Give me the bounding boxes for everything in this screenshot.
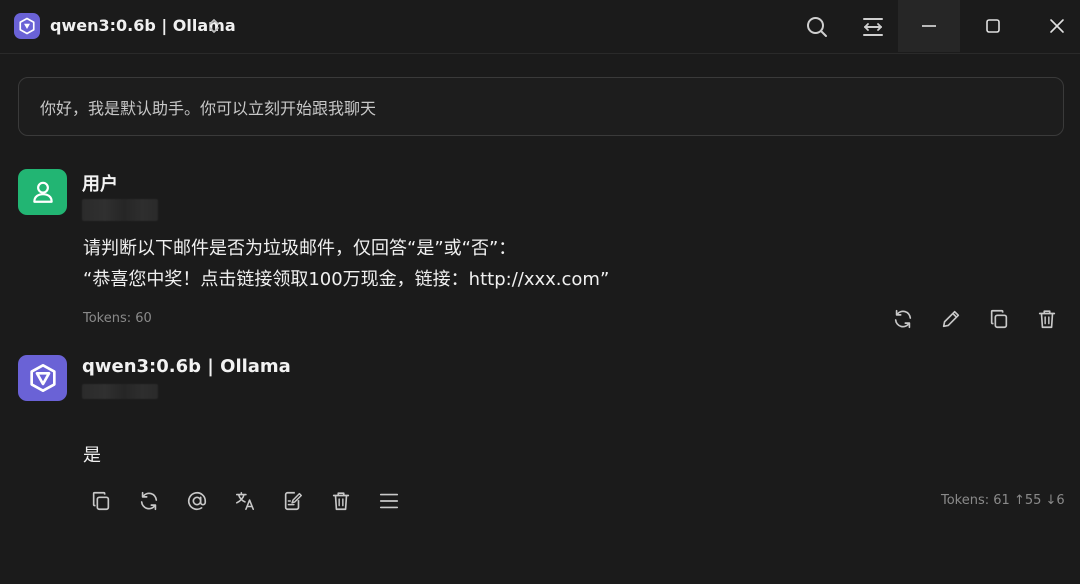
regenerate-icon[interactable] bbox=[134, 486, 164, 516]
user-timestamp-blurred bbox=[82, 199, 158, 221]
assistant-name: qwen3:0.6b | Ollama bbox=[82, 356, 291, 377]
system-prompt-card[interactable]: 你好，我是默认助手。你可以立刻开始跟我聊天 bbox=[18, 77, 1064, 136]
assistant-timestamp-blurred bbox=[82, 384, 158, 399]
translate-icon[interactable] bbox=[230, 486, 260, 516]
delete-icon[interactable] bbox=[326, 486, 356, 516]
copy-icon[interactable] bbox=[86, 486, 116, 516]
user-avatar[interactable] bbox=[18, 169, 67, 215]
model-logo-icon[interactable] bbox=[14, 13, 40, 39]
edit-icon[interactable] bbox=[936, 304, 966, 334]
user-message-line-2: “恭喜您中奖！点击链接领取100万现金，链接：http://xxx.com” bbox=[83, 269, 610, 290]
user-message-line-1: 请判断以下邮件是否为垃圾邮件，仅回答“是”或“否”： bbox=[83, 238, 517, 259]
user-name: 用户 bbox=[82, 174, 118, 195]
copy-icon[interactable] bbox=[984, 304, 1014, 334]
search-icon[interactable] bbox=[800, 10, 834, 44]
user-icon bbox=[32, 181, 53, 203]
assistant-message-text: 是 bbox=[83, 445, 101, 466]
minimize-icon[interactable] bbox=[898, 0, 960, 52]
close-icon[interactable] bbox=[1026, 0, 1080, 52]
regenerate-icon[interactable] bbox=[888, 304, 918, 334]
assistant-token-count: Tokens: 61 ↑55 ↓6 bbox=[941, 493, 1065, 508]
title-bar: qwen3:0.6b | Ollama bbox=[0, 0, 1080, 54]
assistant-avatar[interactable] bbox=[18, 355, 67, 401]
notes-icon[interactable] bbox=[278, 486, 308, 516]
system-prompt-text: 你好，我是默认助手。你可以立刻开始跟我聊天 bbox=[40, 98, 377, 118]
menu-icon[interactable] bbox=[374, 486, 404, 516]
user-token-count: Tokens: 60 bbox=[83, 311, 152, 326]
topic-icon[interactable] bbox=[856, 10, 890, 44]
model-logo-icon bbox=[29, 364, 56, 392]
mention-icon[interactable] bbox=[182, 486, 212, 516]
chevron-updown-icon[interactable] bbox=[204, 14, 224, 38]
delete-icon[interactable] bbox=[1032, 304, 1062, 334]
maximize-icon[interactable] bbox=[962, 0, 1024, 52]
